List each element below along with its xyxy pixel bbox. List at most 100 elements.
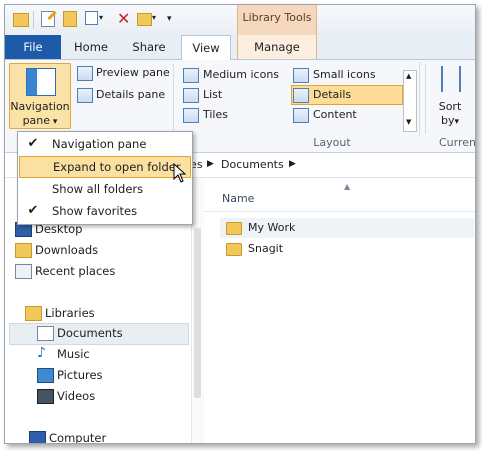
- medium-icons-option[interactable]: Medium icons: [203, 68, 279, 81]
- content-icon: [293, 108, 309, 123]
- move-to-icon[interactable]: ▾: [137, 11, 159, 27]
- nav-item-label: Music: [57, 347, 90, 361]
- copy-to-icon[interactable]: ▾: [85, 11, 107, 27]
- menu-item-label: Show favorites: [52, 204, 138, 218]
- menu-item-show-favorites[interactable]: ✔ Show favorites: [18, 200, 192, 222]
- customize-toolbar-icon[interactable]: ▾: [167, 11, 183, 27]
- nav-item-music[interactable]: ♪ Music: [37, 344, 90, 364]
- chevron-up-icon: ▲: [406, 72, 412, 80]
- preview-pane-icon: [77, 66, 93, 81]
- music-icon: ♪: [37, 345, 46, 361]
- mouse-cursor-icon: [173, 163, 187, 183]
- tab-view-label: View: [192, 41, 220, 55]
- nav-item-label: Computer: [49, 431, 107, 444]
- sort-by-button[interactable]: Sort by▾: [433, 64, 467, 130]
- list-item: Snagit: [226, 242, 283, 256]
- tab-home[interactable]: Home: [65, 35, 117, 59]
- dropdown-arrow-icon: ▾: [454, 117, 460, 127]
- details-pane-button[interactable]: Details pane: [96, 88, 165, 101]
- list-item: My Work: [226, 221, 295, 235]
- small-icons-icon: [293, 68, 309, 83]
- folder-icon: [226, 221, 242, 235]
- menu-item-show-all-folders[interactable]: Show all folders: [18, 178, 192, 200]
- layout-group: Medium icons Small icons List Details Ti…: [173, 62, 420, 136]
- nav-item-downloads[interactable]: Downloads: [15, 240, 99, 260]
- breadcrumb-documents[interactable]: Documents: [221, 158, 284, 171]
- sort-indicator-icon: ▲: [344, 182, 351, 191]
- dropdown-arrow-icon: ▾: [50, 117, 58, 127]
- new-folder-icon[interactable]: [63, 11, 79, 27]
- checkmark-icon: ✔: [27, 203, 39, 218]
- menu-item-label: Navigation pane: [52, 137, 147, 151]
- layout-group-label-text: Layout: [313, 136, 351, 149]
- menu-item-expand-to-open-folder[interactable]: Expand to open folder: [19, 156, 191, 178]
- nav-item-computer[interactable]: Computer: [29, 428, 107, 444]
- menu-item-label: Expand to open folder: [53, 160, 181, 174]
- nav-item-libraries[interactable]: Libraries: [25, 303, 95, 323]
- library-tools-contextual-group: Library Tools: [237, 5, 317, 36]
- library-tools-label: Library Tools: [242, 11, 312, 24]
- checkmark-icon: ✔: [27, 136, 39, 151]
- navigation-pane-label-line2: pane ▾: [10, 114, 70, 127]
- nav-item-label: Downloads: [35, 243, 99, 257]
- sort-by-label-line1: Sort: [438, 100, 462, 113]
- breadcrumb-separator-icon[interactable]: ▶: [207, 159, 214, 169]
- nav-item-recent-places[interactable]: Recent places: [15, 261, 116, 281]
- details-option[interactable]: Details: [313, 88, 351, 101]
- tab-file[interactable]: File: [5, 35, 61, 59]
- ribbon-divider: [425, 64, 426, 134]
- breadcrumb-separator-icon[interactable]: ▶: [289, 159, 296, 169]
- downloads-icon: [15, 243, 32, 258]
- list-item-my-work[interactable]: My Work: [220, 218, 474, 238]
- sort-by-word: by: [440, 114, 455, 127]
- navigation-pane-label-line1: Navigation: [10, 100, 70, 113]
- nav-item-label: Videos: [57, 389, 96, 403]
- tiles-option[interactable]: Tiles: [203, 108, 228, 121]
- explorer-window: ▾ ✕ ▾ ▾ Library Tools File Home Share Vi…: [4, 4, 476, 444]
- toolbar-divider: [33, 11, 34, 29]
- layout-gallery-scroll[interactable]: ▲ ▼: [403, 70, 417, 132]
- tab-manage[interactable]: Manage: [237, 35, 317, 59]
- delete-icon[interactable]: ✕: [117, 11, 133, 27]
- folder-icon: [226, 242, 242, 256]
- menu-item-navigation-pane[interactable]: ✔ Navigation pane: [18, 133, 192, 155]
- computer-icon: [29, 431, 46, 443]
- libraries-icon: [25, 306, 42, 321]
- header-divider: [204, 211, 475, 212]
- nav-item-label: Recent places: [35, 264, 116, 278]
- content-option[interactable]: Content: [313, 108, 357, 121]
- window-icon: [13, 11, 29, 27]
- list-item-snagit[interactable]: Snagit: [220, 239, 474, 259]
- nav-item-videos[interactable]: Videos: [37, 386, 96, 406]
- tab-file-label: File: [23, 40, 43, 54]
- preview-pane-button[interactable]: Preview pane: [96, 66, 170, 79]
- list-icon: [183, 88, 199, 103]
- documents-icon: [37, 326, 54, 341]
- tiles-icon: [183, 108, 199, 123]
- column-header-name[interactable]: Name: [222, 192, 254, 205]
- tab-home-label: Home: [74, 40, 108, 54]
- details-pane-icon: [77, 88, 93, 103]
- chevron-down-icon: ▼: [406, 118, 412, 126]
- sort-icon: [441, 66, 461, 92]
- tab-view[interactable]: View: [181, 35, 231, 61]
- small-icons-option[interactable]: Small icons: [313, 68, 376, 81]
- properties-icon[interactable]: [41, 10, 57, 27]
- ribbon-tab-row: File Home Share View Manage: [5, 35, 475, 61]
- tab-share[interactable]: Share: [123, 35, 175, 59]
- tab-share-label: Share: [132, 40, 166, 54]
- nav-item-pictures[interactable]: Pictures: [37, 365, 103, 385]
- file-name: My Work: [248, 221, 296, 234]
- navigation-pane-label-word: pane: [22, 114, 51, 127]
- details-icon: [293, 88, 309, 103]
- nav-item-label: Documents: [57, 326, 123, 340]
- tab-manage-label: Manage: [254, 40, 300, 54]
- file-name: Snagit: [248, 242, 284, 255]
- nav-item-label: Libraries: [45, 306, 95, 320]
- navigation-pane-button[interactable]: Navigation pane ▾: [9, 63, 71, 129]
- nav-item-documents[interactable]: Documents: [37, 323, 123, 343]
- current-view-group-label: Curren: [439, 136, 476, 149]
- list-option[interactable]: List: [203, 88, 222, 101]
- scrollbar-thumb[interactable]: [194, 228, 201, 398]
- navigation-pane-menu: ✔ Navigation pane Expand to open folder …: [17, 131, 193, 225]
